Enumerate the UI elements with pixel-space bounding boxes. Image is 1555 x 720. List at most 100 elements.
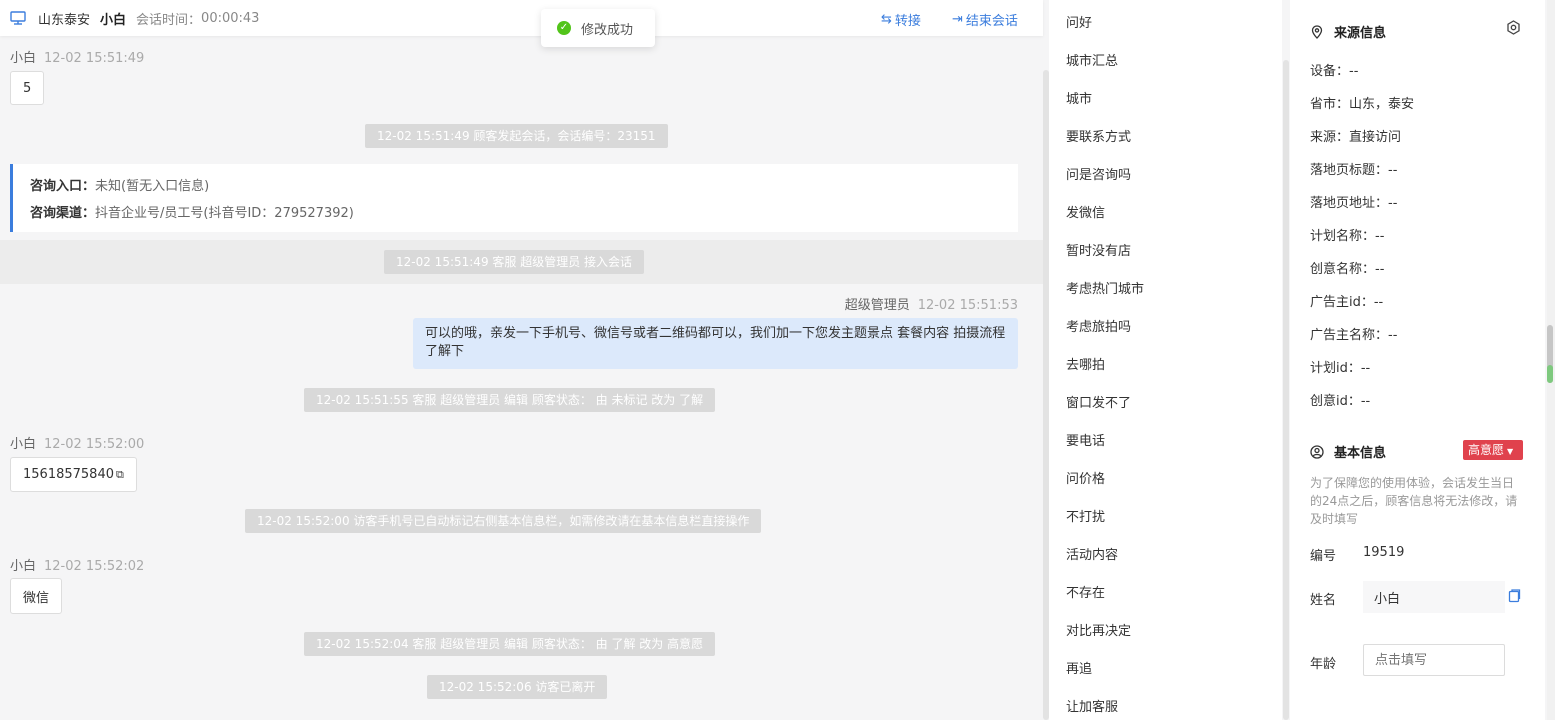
quick-reply-item[interactable]: 要联系方式 <box>1066 126 1131 145</box>
intent-status-dropdown[interactable]: 高意愿 ▼ <box>1463 440 1523 460</box>
message-header: 小白 12-02 15:52:00 <box>10 433 144 452</box>
agent-name: 超级管理员 <box>844 298 910 313</box>
system-message: 12-02 15:51:49 顾客发起会话，会话编号：23151 <box>365 124 668 148</box>
quick-reply-list: 问好城市汇总城市要联系方式问是咨询吗发微信暂时没有店考虑热门城市 考虑旅拍吗去哪拍… <box>1049 0 1282 720</box>
channel-value: 抖音企业号/员工号(抖音号ID：279527392) <box>95 206 354 221</box>
message-header: 小白 12-02 15:52:02 <box>10 555 144 574</box>
quick-reply-item[interactable]: 城市汇总 <box>1066 50 1118 69</box>
agent-message-header: 超级管理员 12-02 15:51:53 <box>845 294 1018 313</box>
app: 山东泰安 小白 会话时间： 00:00:43 ⇆ 转接 ⇥ 结束会话 ✓ 修改成… <box>0 0 1555 720</box>
monitor-icon <box>10 11 26 25</box>
id-value: 19519 <box>1363 545 1405 560</box>
end-session-button[interactable]: ⇥ 结束会话 <box>952 10 1018 29</box>
age-input[interactable] <box>1363 644 1505 676</box>
system-message: 12-02 15:51:55 客服 超级管理员 编辑 顾客状态： 由 未标记 改… <box>304 388 716 412</box>
settings-icon[interactable] <box>1506 20 1521 39</box>
session-time-value: 00:00:43 <box>201 10 260 26</box>
customer-info-panel: 来源信息 设备：-- 省市：山东，泰安 来源：直接访问 落地页标题：-- 落地页地址：-… <box>1290 0 1545 720</box>
source-info-row: 落地页地址：-- <box>1310 196 1398 211</box>
section-title-text: 来源信息 <box>1334 26 1387 41</box>
message-time: 12-02 15:51:49 <box>44 51 145 66</box>
quick-reply-item[interactable]: 对比再决定 <box>1066 620 1131 639</box>
location-pin-icon <box>1310 24 1324 39</box>
source-info-row: 创意名称：-- <box>1310 262 1385 277</box>
quick-reply-item[interactable]: 不打扰 <box>1066 506 1105 525</box>
customer-message[interactable]: 微信 <box>10 578 63 614</box>
source-info-row: 省市：山东，泰安 <box>1310 97 1415 112</box>
agent-message[interactable]: 可以的哦，亲发一下手机号、微信号或者二维码都可以，我们加一下您发主题景点 套餐内… <box>413 318 1018 369</box>
quick-reply-item[interactable]: 要电话 <box>1066 430 1105 449</box>
message-text: 5 <box>23 80 32 96</box>
quick-reply-item[interactable]: 城市 <box>1066 88 1092 107</box>
name-label: 姓名 <box>1310 593 1337 608</box>
quick-reply-item[interactable]: 考虑旅拍吗 <box>1066 316 1131 335</box>
intent-status-label: 高意愿 <box>1468 443 1505 457</box>
quick-reply-scrollbar[interactable] <box>1283 60 1289 720</box>
toast-text: 修改成功 <box>581 22 634 38</box>
quick-reply-item[interactable]: 去哪拍 <box>1066 354 1105 373</box>
source-info-row: 落地页标题：-- <box>1310 163 1398 178</box>
quick-reply-item[interactable]: 不存在 <box>1066 582 1105 601</box>
message-time: 12-02 15:52:00 <box>44 437 145 452</box>
channel-row: 咨询渠道：抖音企业号/员工号(抖音号ID：279527392) <box>30 202 1018 221</box>
edit-hint: 为了保障您的使用体验，会话发生当日的24点之后，顾客信息将无法修改，请及时填写 <box>1310 476 1518 526</box>
entry-row: 咨询入口：未知(暂无入口信息) <box>30 175 1018 194</box>
quick-reply-item[interactable]: 问好 <box>1066 12 1092 31</box>
user-circle-icon <box>1310 444 1324 459</box>
quick-reply-item[interactable]: 让加客服 <box>1066 696 1118 715</box>
system-message: 12-02 15:52:00 访客手机号已自动标记右侧基本信息栏，如需修改请在基… <box>245 509 762 533</box>
copy-icon[interactable]: ⧉ <box>116 468 124 482</box>
customer-message[interactable]: 15618575840 ⧉ <box>10 457 137 492</box>
quick-reply-item[interactable]: 窗口发不了 <box>1066 392 1131 411</box>
transfer-icon: ⇆ <box>881 12 892 27</box>
chat-header: 山东泰安 小白 会话时间： 00:00:43 ⇆ 转接 ⇥ 结束会话 <box>0 0 1043 36</box>
transfer-button[interactable]: ⇆ 转接 <box>881 10 921 29</box>
quick-reply-item[interactable]: 活动内容 <box>1066 544 1118 563</box>
entry-value: 未知(暂无入口信息) <box>95 179 210 194</box>
source-info-row: 广告主名称：-- <box>1310 328 1398 343</box>
message-header: 小白 12-02 15:51:49 <box>10 47 144 66</box>
message-text: 微信 <box>23 590 50 606</box>
source-info-row: 广告主id：-- <box>1310 295 1384 310</box>
entry-info-card: 咨询入口：未知(暂无入口信息) 咨询渠道：抖音企业号/员工号(抖音号ID：279… <box>10 164 1018 232</box>
source-info-row: 计划id：-- <box>1310 361 1371 376</box>
message-text: 15618575840 <box>23 467 114 482</box>
system-message: 12-02 15:51:49 客服 超级管理员 接入会话 <box>384 250 645 274</box>
quick-reply-item[interactable]: 再追 <box>1066 658 1092 677</box>
caret-down-icon: ▼ <box>1507 447 1514 456</box>
transfer-label: 转接 <box>894 14 921 29</box>
success-toast: ✓ 修改成功 <box>541 9 655 47</box>
session-time-label: 会话时间： <box>136 12 202 28</box>
source-info-row: 设备：-- <box>1310 64 1359 79</box>
id-label: 编号 <box>1310 549 1337 564</box>
message-time: 12-02 15:52:02 <box>44 559 145 574</box>
source-info-row: 计划名称：-- <box>1310 229 1385 244</box>
check-circle-icon: ✓ <box>557 21 571 35</box>
entry-label: 咨询入口： <box>30 179 96 194</box>
quick-reply-item[interactable]: 考虑热门城市 <box>1066 278 1144 297</box>
exit-icon: ⇥ <box>952 12 963 27</box>
copy-icon[interactable] <box>1508 589 1521 607</box>
chat-panel: 山东泰安 小白 会话时间： 00:00:43 ⇆ 转接 ⇥ 结束会话 ✓ 修改成… <box>0 0 1043 720</box>
customer-message[interactable]: 5 <box>10 71 45 105</box>
quick-reply-item[interactable]: 问是咨询吗 <box>1066 164 1131 183</box>
customer-location: 山东泰安 <box>38 12 91 28</box>
info-scrollbar-marker <box>1547 365 1553 383</box>
quick-reply-item[interactable]: 问价格 <box>1066 468 1105 487</box>
name-value: 小白 <box>1374 591 1401 607</box>
sender-name: 小白 <box>10 437 37 452</box>
customer-name: 小白 <box>100 12 127 28</box>
sender-name: 小白 <box>10 51 37 66</box>
name-field[interactable]: 小白 <box>1363 581 1505 613</box>
system-message: 12-02 15:52:06 访客已离开 <box>427 675 608 699</box>
age-label: 年龄 <box>1310 657 1337 672</box>
channel-label: 咨询渠道： <box>30 206 96 221</box>
end-session-label: 结束会话 <box>965 14 1018 29</box>
source-info-title: 来源信息 <box>1310 22 1386 41</box>
basic-info-title: 基本信息 <box>1310 442 1386 461</box>
source-info-row: 创意id：-- <box>1310 394 1371 409</box>
quick-reply-item[interactable]: 暂时没有店 <box>1066 240 1131 259</box>
source-info-row: 来源：直接访问 <box>1310 130 1402 145</box>
message-time: 12-02 15:51:53 <box>917 298 1018 313</box>
quick-reply-item[interactable]: 发微信 <box>1066 202 1105 221</box>
